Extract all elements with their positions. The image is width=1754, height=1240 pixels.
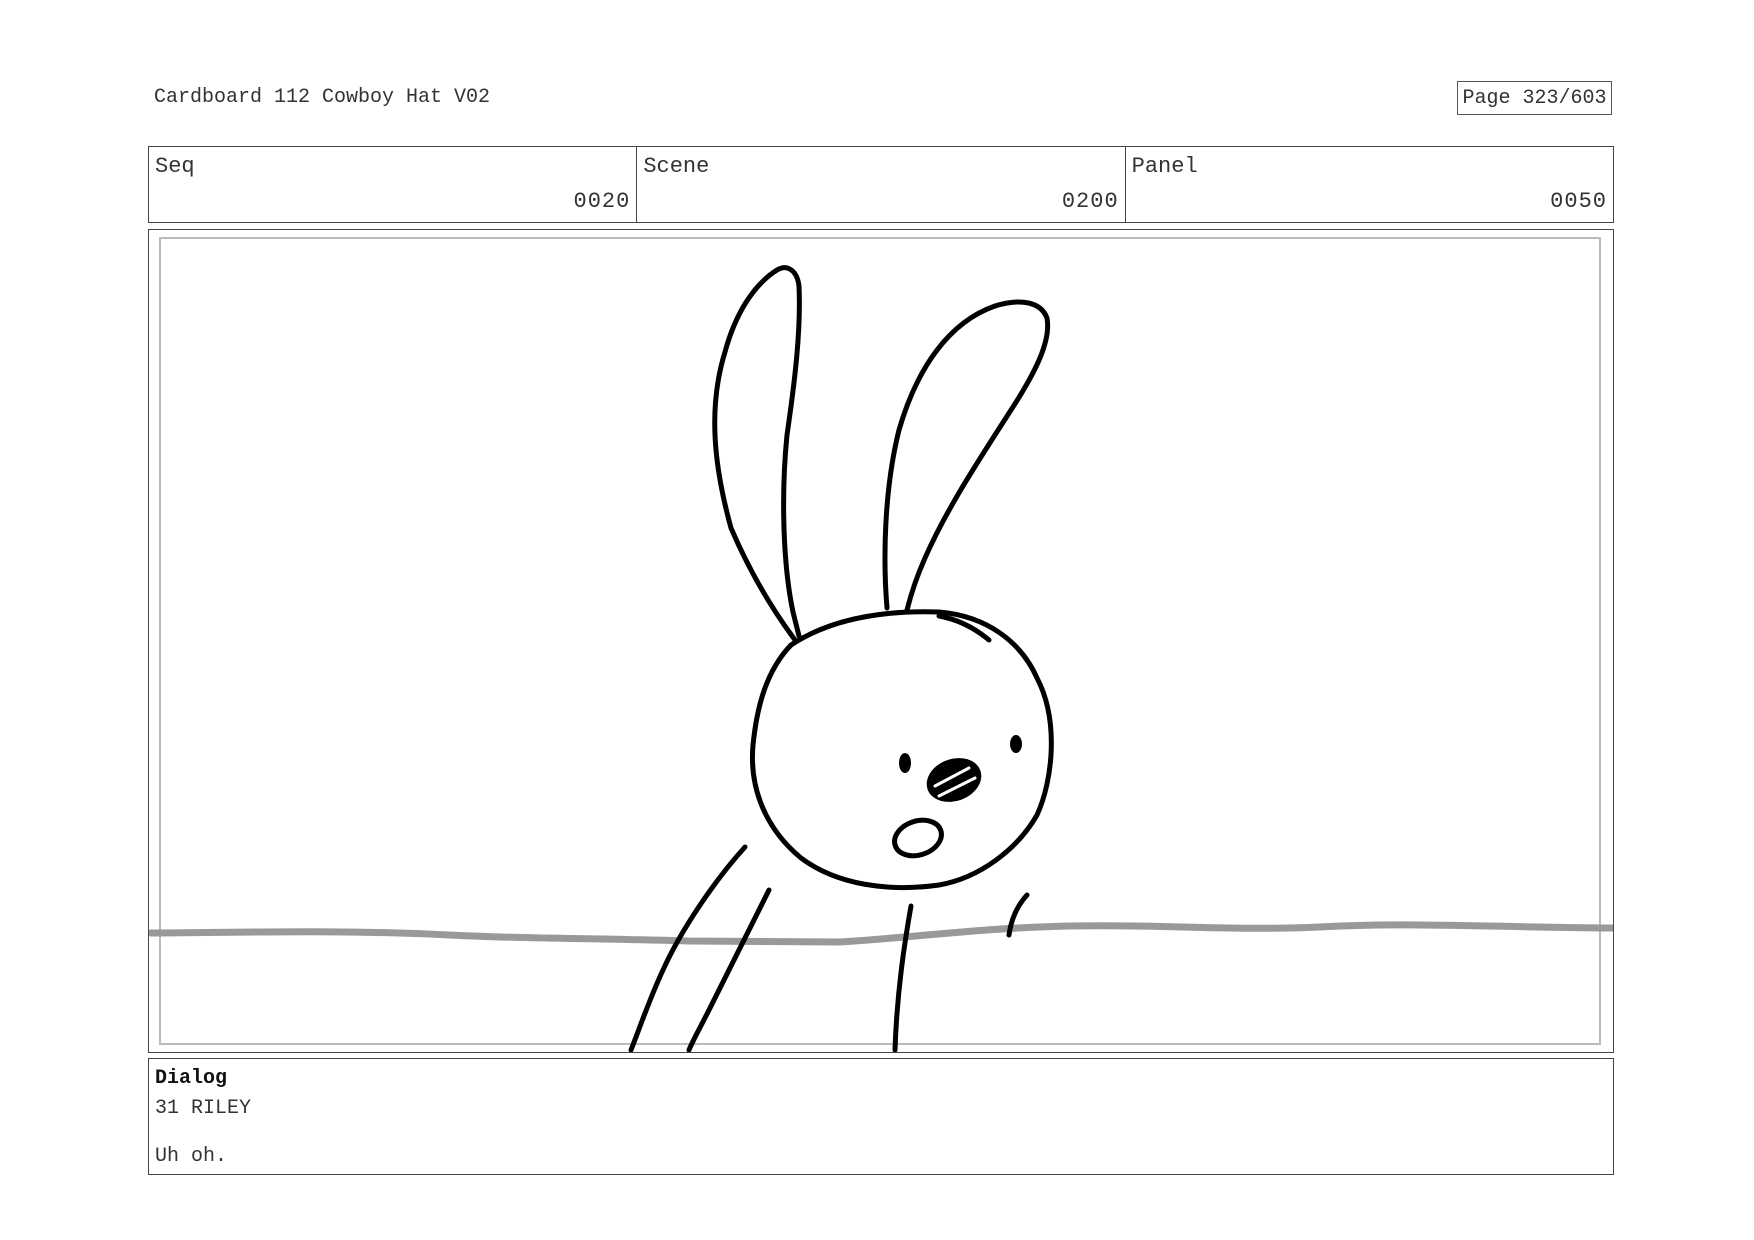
head-stroke xyxy=(936,613,992,643)
rabbit-mouth xyxy=(892,817,944,859)
left-eye xyxy=(899,753,911,773)
body-right xyxy=(892,903,914,1052)
seq-label: Seq xyxy=(155,154,195,179)
dialog-line: Uh oh. xyxy=(155,1145,228,1168)
scene-cell: Scene 0200 xyxy=(637,147,1126,222)
rabbit-nose xyxy=(926,758,982,802)
left-ear xyxy=(712,265,802,643)
body-left-inner xyxy=(686,887,772,1052)
right-ear xyxy=(882,299,1051,613)
document-title: Cardboard 112 Cowboy Hat V02 xyxy=(154,86,491,109)
dialog-panel: Dialog 31 RILEY Uh oh. xyxy=(148,1058,1614,1175)
horizon-line xyxy=(149,921,1613,946)
seq-value: 0020 xyxy=(573,189,631,214)
rabbit-head xyxy=(749,609,1054,891)
panel-cell: Panel 0050 xyxy=(1126,147,1613,222)
dialog-speaker: 31 RILEY xyxy=(155,1097,252,1120)
panel-label: Panel xyxy=(1131,154,1198,179)
scene-value: 0200 xyxy=(1061,189,1119,214)
panel-value: 0050 xyxy=(1550,189,1607,214)
shot-info-table: Seq 0020 Scene 0200 Panel 0050 xyxy=(148,146,1614,223)
scene-label: Scene xyxy=(643,154,710,179)
right-eye xyxy=(1010,735,1022,753)
page-indicator: Page 323/603 xyxy=(1457,81,1612,115)
body-left-outer xyxy=(628,844,748,1052)
storyboard-frame xyxy=(148,229,1614,1053)
dialog-heading: Dialog xyxy=(155,1067,228,1090)
rabbit-sketch-drawing xyxy=(149,265,1613,1052)
seq-cell: Seq 0020 xyxy=(149,147,638,222)
